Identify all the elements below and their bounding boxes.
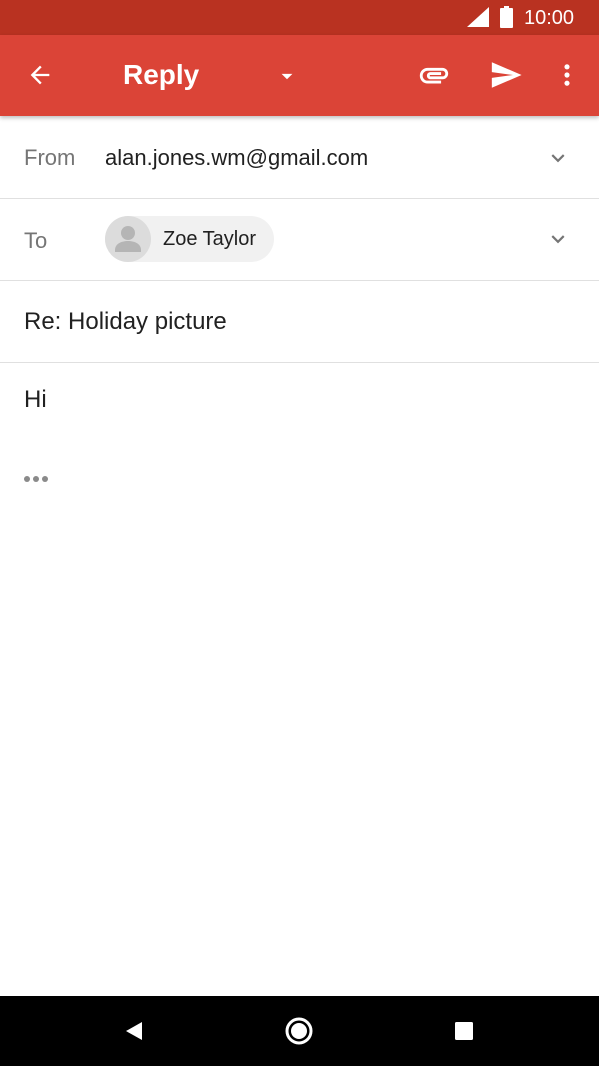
dropdown-arrow-icon [281, 73, 293, 80]
nav-back-icon [126, 1022, 142, 1040]
avatar [105, 216, 151, 262]
chevron-down-icon[interactable] [545, 226, 571, 252]
system-nav-bar [0, 996, 599, 1066]
recipient-chip[interactable]: Zoe Taylor [105, 216, 274, 262]
chevron-down-icon[interactable] [545, 145, 571, 171]
attachment-icon [419, 67, 449, 84]
attach-button[interactable] [414, 55, 454, 95]
from-row[interactable]: From alan.jones.wm@gmail.com [0, 116, 599, 199]
subject-text[interactable]: Re: Holiday picture [24, 308, 227, 336]
nav-recents-button[interactable] [447, 1014, 481, 1048]
ellipsis-icon[interactable] [23, 474, 49, 484]
recipient-name: Zoe Taylor [163, 228, 257, 250]
page-title[interactable]: Reply [123, 58, 199, 92]
battery-icon [500, 6, 513, 28]
back-arrow-icon [30, 65, 50, 85]
status-time: 10:00 [524, 7, 575, 29]
message-body[interactable]: Hi [24, 386, 47, 414]
cellular-signal-icon [467, 7, 489, 27]
send-icon [491, 62, 522, 88]
more-vert-icon [564, 64, 570, 86]
status-bar: 10:00 [0, 0, 599, 35]
to-row[interactable]: To Zoe Taylor [0, 199, 599, 281]
subject-field[interactable]: Re: Holiday picture [0, 281, 599, 363]
nav-home-button[interactable] [282, 1014, 316, 1048]
nav-recents-icon [455, 1022, 473, 1040]
nav-home-icon [285, 1017, 313, 1045]
back-button[interactable] [20, 55, 60, 95]
nav-back-button[interactable] [117, 1014, 151, 1048]
reply-mode-dropdown[interactable] [274, 63, 300, 89]
more-options-button[interactable] [552, 55, 582, 95]
send-button[interactable] [484, 55, 528, 95]
from-account[interactable]: alan.jones.wm@gmail.com [105, 145, 368, 171]
from-label: From [24, 145, 76, 170]
to-label: To [24, 228, 48, 253]
app-bar: Reply [0, 35, 599, 116]
person-avatar-icon [115, 226, 141, 252]
